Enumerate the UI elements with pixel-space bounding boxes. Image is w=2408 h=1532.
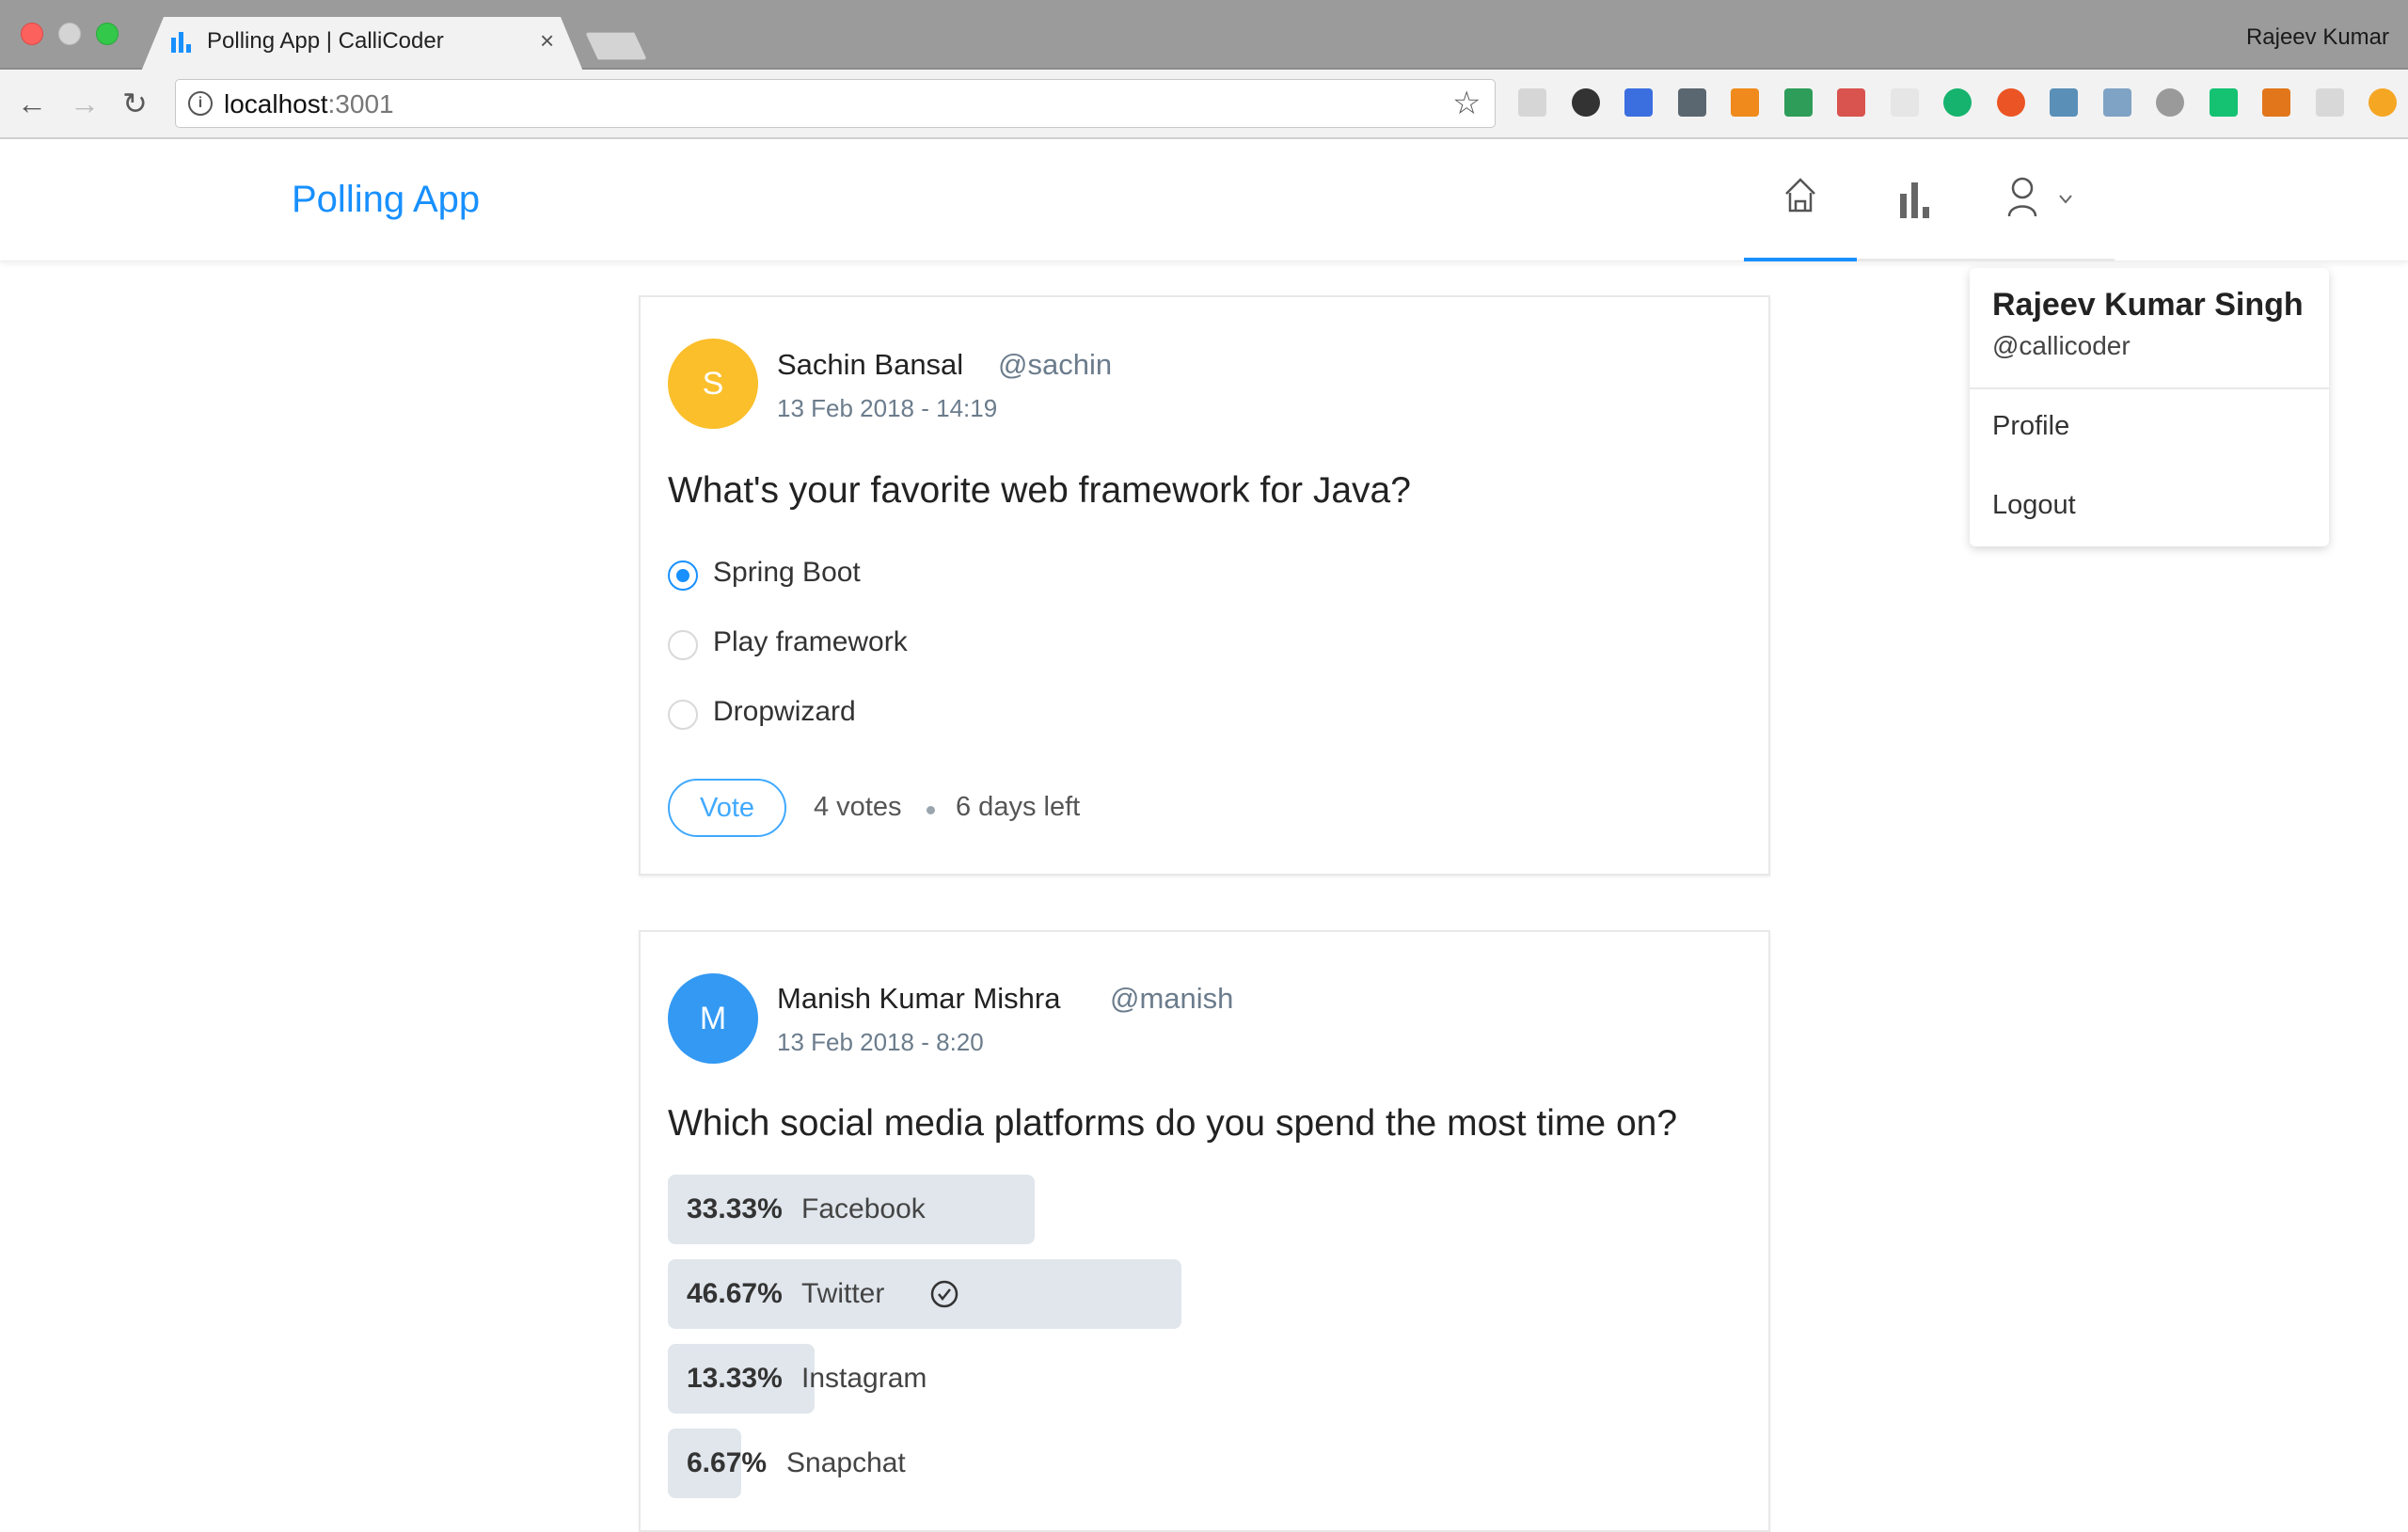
avatar[interactable]: S — [668, 339, 758, 429]
extension-icon-4[interactable] — [1677, 88, 1706, 117]
result-percentage: 33.33% — [687, 1193, 783, 1224]
choice-label[interactable]: Dropwizard — [713, 696, 856, 728]
extension-icon-17[interactable] — [2368, 88, 2397, 117]
creator-handle[interactable]: @manish — [1110, 982, 1233, 1016]
result-label: Instagram — [801, 1363, 927, 1394]
choice-radio[interactable] — [668, 630, 698, 660]
close-window-button[interactable] — [21, 23, 43, 45]
tab-close-icon[interactable]: × — [540, 26, 554, 55]
chevron-down-icon — [2059, 195, 2072, 204]
bar-chart-favicon-icon — [171, 32, 191, 53]
tab-title: Polling App | CalliCoder — [207, 28, 444, 54]
avatar[interactable]: M — [668, 973, 758, 1064]
poll-question: Which social media platforms do you spen… — [668, 1103, 1678, 1144]
nav-home[interactable] — [1744, 139, 1857, 261]
poll-question: What's your favorite web framework for J… — [668, 470, 1411, 511]
url-text[interactable]: localhost:3001 — [224, 89, 394, 119]
result-percentage: 46.67% — [687, 1278, 783, 1309]
extension-icon-2[interactable] — [1571, 88, 1600, 117]
extension-icon-1[interactable] — [1518, 88, 1546, 117]
back-icon[interactable]: ← — [17, 87, 47, 120]
choice-radio[interactable] — [668, 561, 698, 591]
extension-icon-3[interactable] — [1624, 88, 1653, 117]
minimize-window-button[interactable] — [58, 23, 81, 45]
menu-item-label: Profile — [1992, 411, 2070, 441]
app-logo[interactable]: Polling App — [292, 179, 480, 221]
active-nav-indicator — [1744, 258, 1857, 261]
extension-icon-12[interactable] — [2102, 88, 2131, 117]
extension-icon-13[interactable] — [2156, 88, 2184, 117]
user-dropdown-menu: Rajeev Kumar Singh @callicoder Profile L… — [1970, 268, 2329, 546]
extension-icon-14[interactable] — [2209, 88, 2238, 117]
vote-count: 4 votes — [814, 792, 902, 822]
site-info-icon[interactable]: i — [188, 91, 213, 116]
new-tab-button[interactable] — [585, 32, 647, 60]
result-percentage: 13.33% — [687, 1363, 783, 1394]
extension-icon-8[interactable] — [1890, 88, 1919, 117]
extension-icon-9[interactable] — [1943, 88, 1972, 117]
bar-chart-icon — [1900, 182, 1929, 218]
result-label: Snapchat — [786, 1447, 906, 1478]
user-icon — [2007, 177, 2037, 217]
result-percentage: 6.67% — [687, 1447, 768, 1478]
forward-icon[interactable]: → — [70, 87, 100, 120]
browser-tab-bar: Polling App | CalliCoder × Rajeev Kumar — [0, 0, 2408, 71]
result-label: Twitter — [801, 1278, 885, 1309]
extension-icon-7[interactable] — [1837, 88, 1865, 117]
time-left: 6 days left — [956, 792, 1081, 822]
check-circle-icon — [930, 1280, 958, 1308]
creator-name[interactable]: Sachin Bansal — [777, 348, 963, 382]
user-full-name: Rajeev Kumar Singh — [1992, 287, 2304, 323]
menu-item-logout[interactable]: Logout — [1970, 471, 2329, 543]
url-host: localhost — [224, 89, 328, 118]
menu-item-profile[interactable]: Profile — [1970, 392, 2329, 464]
bookmark-star-icon[interactable]: ☆ — [1452, 85, 1481, 122]
extension-icon-11[interactable] — [2050, 88, 2078, 117]
menu-divider — [1970, 387, 2329, 389]
browser-profile-name[interactable]: Rajeev Kumar — [2246, 24, 2389, 51]
vote-button[interactable]: Vote — [668, 779, 786, 837]
poll-date: 13 Feb 2018 - 8:20 — [777, 1028, 984, 1056]
maximize-window-button[interactable] — [96, 23, 119, 45]
extension-icon-16[interactable] — [2315, 88, 2344, 117]
result-label: Facebook — [801, 1193, 926, 1224]
choice-radio[interactable] — [668, 700, 698, 730]
choice-label[interactable]: Play framework — [713, 626, 908, 658]
creator-handle[interactable]: @sachin — [998, 348, 1112, 382]
user-handle: @callicoder — [1992, 331, 2131, 360]
choice-label[interactable]: Spring Boot — [713, 557, 861, 589]
nav-divider — [1857, 259, 2115, 261]
creator-name[interactable]: Manish Kumar Mishra — [777, 982, 1060, 1016]
extension-icon-15[interactable] — [2262, 88, 2290, 117]
reload-icon[interactable]: ↻ — [122, 87, 148, 120]
nav-new-poll[interactable] — [1859, 139, 1972, 261]
poll-date: 13 Feb 2018 - 14:19 — [777, 394, 998, 422]
extension-icon-6[interactable] — [1783, 88, 1813, 117]
url-port: :3001 — [327, 89, 394, 118]
extension-icon-10[interactable] — [1996, 88, 2025, 117]
home-icon — [1785, 178, 1815, 213]
menu-item-label: Logout — [1992, 490, 2076, 520]
extension-icon-5[interactable] — [1731, 88, 1759, 117]
separator-dot — [927, 806, 935, 814]
nav-profile-menu[interactable] — [1983, 139, 2115, 261]
